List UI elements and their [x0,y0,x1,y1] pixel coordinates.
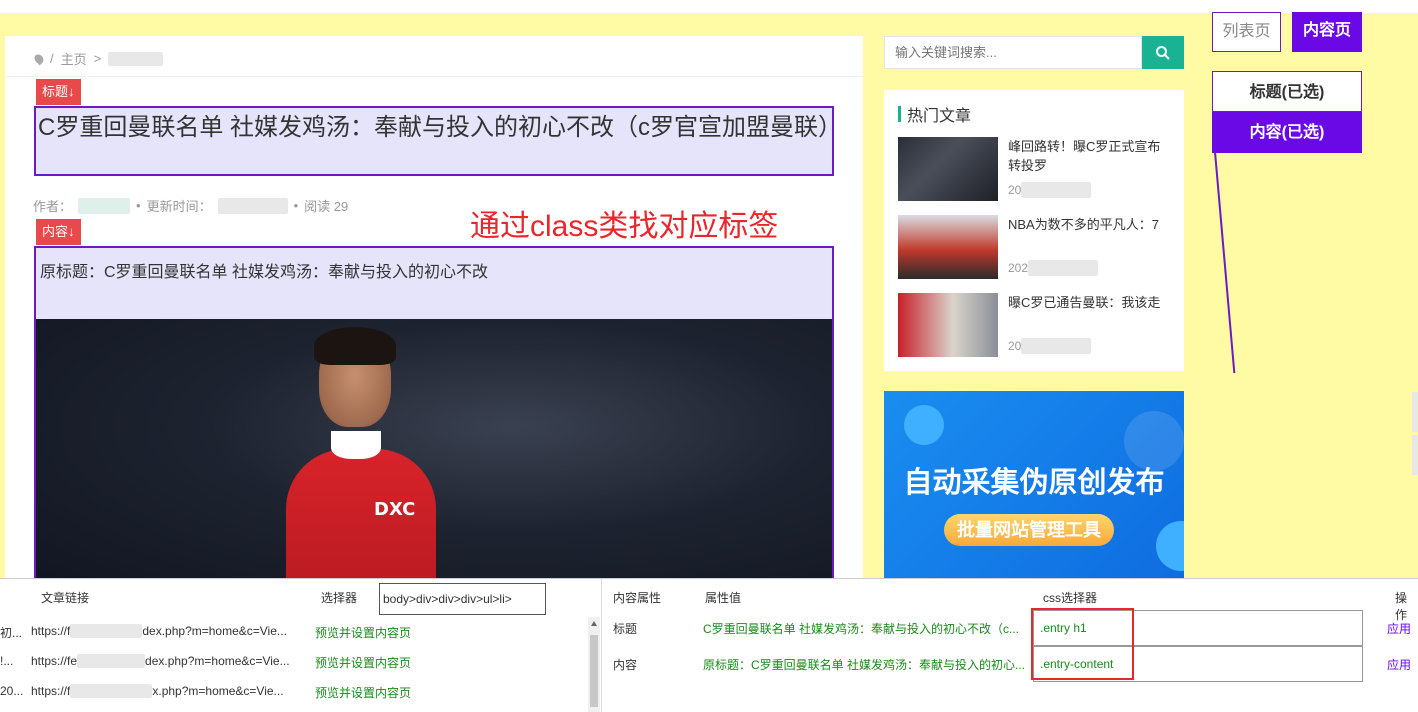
scroll-thumb[interactable] [590,635,598,707]
meta-dot: • [293,198,299,213]
heading-accent-bar [898,106,901,122]
col-header-attr: 内容属性 [613,591,662,605]
search-input[interactable] [884,36,1142,69]
preview-set-content-button[interactable]: 预览并设置内容页 [315,684,411,701]
attr-name: 标题 [613,622,638,636]
edge-tab [1412,435,1418,475]
hot-article-thumbnail[interactable] [898,137,998,201]
meta-dot: • [136,198,141,213]
article-meta: 作者： • 更新时间： • 阅读 29 [33,196,348,215]
meta-update-label: 更新时间： [146,199,212,214]
hot-article-date: 20 [1008,338,1092,354]
meta-author-label: 作者： [33,199,73,214]
top-strip [0,0,1418,13]
breadcrumb: / 主页 > [32,49,164,68]
css-selector-input[interactable] [1033,610,1363,646]
article-content[interactable]: 原标题：C罗重回曼联名单 社媒发鸡汤：奉献与投入的初心不改 DXC [34,246,834,578]
link-row[interactable]: !... https://fe dex.php?m=home&c=Vie... 预… [0,654,590,682]
hot-article-item[interactable]: 峰回路转！曝C罗正式宣布转投罗 20 [898,137,1173,201]
link-row-prefix: 初... [0,626,23,640]
scroll-up-arrow-icon[interactable] [591,621,597,626]
photo-sponsor-text: DXC [374,499,416,520]
link-list-scrollbar[interactable] [588,617,600,712]
link-list-pane: 文章链接 选择器 初... https://fdex.php?m=home&c=… [0,579,602,712]
selected-title-button[interactable]: 标题(已选) [1212,71,1362,112]
promo-banner[interactable]: 自动采集伪原创发布 批量网站管理工具 [884,391,1184,578]
link-row[interactable]: 20... https://f x.php?m=home&c=Vie... 预览并… [0,684,590,712]
breadcrumb-home[interactable]: 主页 [61,49,87,68]
title-tag-badge: 标题↓ [36,79,81,105]
photo-player-hair [314,327,396,365]
hot-article-thumbnail[interactable] [898,293,998,357]
hot-article-date: 202 [1008,260,1099,276]
attr-value: C罗重回曼联名单 社媒发鸡汤：奉献与投入的初心不改（c... [703,622,1020,636]
breadcrumb-separator: > [93,51,102,66]
hot-article-title[interactable]: NBA为数不多的平凡人：7 [1008,215,1168,234]
annotation-overlay-text: 通过class类找对应标签 [470,210,779,243]
content-tag-badge: 内容↓ [36,219,81,245]
hot-article-item[interactable]: NBA为数不多的平凡人：7 202 [898,215,1173,279]
css-selector-input[interactable] [1033,646,1363,682]
link-row-prefix: 20... [0,684,24,698]
apply-button[interactable]: 应用 [1387,656,1411,673]
banner-decor-dot [904,405,944,445]
tab-list-page[interactable]: 列表页 [1212,12,1281,52]
photo-player-collar [331,431,381,459]
search-icon [1156,45,1170,60]
apply-button[interactable]: 应用 [1387,620,1411,637]
link-row[interactable]: 初... https://f dex.php?m=home&c=Vie... 预览… [0,624,590,652]
banner-title: 自动采集伪原创发布 [903,467,1165,499]
hot-article-thumbnail[interactable] [898,215,998,279]
col-header-link: 文章链接 [41,591,90,605]
search-button[interactable] [1142,36,1184,69]
preview-set-content-button[interactable]: 预览并设置内容页 [315,624,411,641]
selected-content-button[interactable]: 内容(已选) [1212,112,1362,153]
attr-row-title: 标题 C罗重回曼联名单 社媒发鸡汤：奉献与投入的初心不改（c... 应用 [613,610,1413,646]
bottom-tool-panel: 文章链接 选择器 初... https://fdex.php?m=home&c=… [0,578,1418,712]
col-header-selector: 选择器 [321,591,358,605]
divider [5,76,863,77]
hot-article-title[interactable]: 曝C罗已通告曼联：我该走 [1008,293,1168,312]
article-main: / 主页 > 标题↓ C罗重回曼联名单 社媒发鸡汤：奉献与投入的初心不改（c罗官… [5,36,863,578]
meta-reads: 阅读 29 [304,199,349,214]
hot-article-title[interactable]: 峰回路转！曝C罗正式宣布转投罗 [1008,137,1168,175]
attr-value: 原标题：C罗重回曼联名单 社媒发鸡汤：奉献与投入的初心... [703,658,1025,672]
tab-content-page[interactable]: 内容页 [1292,12,1362,52]
content-text: 原标题：C罗重回曼联名单 社媒发鸡汤：奉献与投入的初心不改 [40,264,489,281]
preview-set-content-button[interactable]: 预览并设置内容页 [315,654,411,671]
link-row-url[interactable]: https://f dex.php?m=home&c=Vie... [31,624,287,638]
link-row-prefix: !... [0,654,14,668]
article-photo: DXC [36,319,832,578]
attr-name: 内容 [613,658,638,672]
breadcrumb-slash: / [50,51,54,66]
edge-tab [1412,392,1418,432]
hot-articles-heading: 热门文章 [898,102,971,126]
article-title[interactable]: C罗重回曼联名单 社媒发鸡汤：奉献与投入的初心不改（c罗官宣加盟曼联） [34,106,842,176]
author-redacted [78,197,131,214]
hot-articles-panel: 热门文章 峰回路转！曝C罗正式宣布转投罗 20 NBA为数不多的平凡人：7 20… [884,90,1184,371]
hot-article-date: 20 [1008,182,1092,198]
link-row-url[interactable]: https://fe dex.php?m=home&c=Vie... [31,654,290,668]
banner-subtitle: 批量网站管理工具 [944,514,1114,546]
banner-decor-dot [1156,521,1184,571]
hot-article-item[interactable]: 曝C罗已通告曼联：我该走 20 [898,293,1173,357]
col-header-css: css选择器 [1043,591,1098,605]
link-row-url[interactable]: https://f x.php?m=home&c=Vie... [31,684,284,698]
location-pin-icon [32,52,46,65]
update-time-redacted [217,197,288,214]
attr-row-content: 内容 原标题：C罗重回曼联名单 社媒发鸡汤：奉献与投入的初心... 应用 [613,646,1413,682]
selector-input[interactable] [379,583,546,615]
hot-articles-title: 热门文章 [907,108,972,125]
breadcrumb-category-redacted [108,51,164,66]
col-header-value: 属性值 [705,591,742,605]
attribute-pane: 内容属性 属性值 css选择器 操作 标题 C罗重回曼联名单 社媒发鸡汤：奉献与… [603,579,1418,712]
